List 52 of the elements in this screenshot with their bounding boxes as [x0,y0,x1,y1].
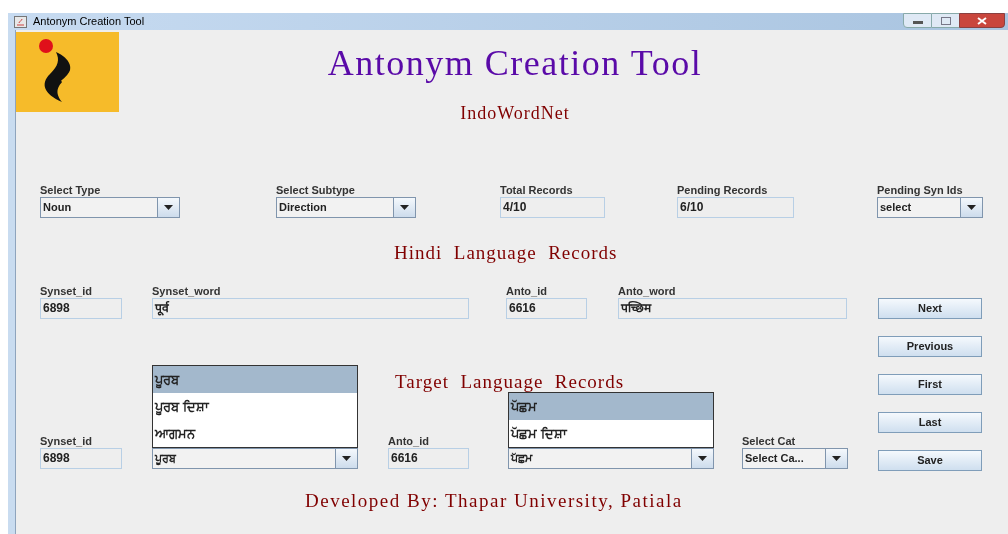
caret-icon [698,456,707,461]
caret-icon [832,456,841,461]
minimize-button[interactable] [903,13,932,28]
text-field[interactable]: 6616 [506,298,587,319]
caret-icon [342,456,351,461]
window-title: Antonym Creation Tool [33,14,145,29]
caret-icon [400,205,409,210]
caret-icon [164,205,173,210]
text-field[interactable]: 4/10 [500,197,605,218]
maximize-button[interactable] [932,13,959,28]
field-label: Select Type [40,184,102,197]
section-heading: Target Language Records [395,371,626,393]
combo-box[interactable]: Noun [40,197,180,218]
combo-box[interactable]: ਪੂਰਬ [152,448,358,469]
nav-button[interactable]: Previous [878,336,982,357]
combo-box[interactable]: Select Ca... [742,448,848,469]
text-field[interactable]: 6898 [40,448,122,469]
close-button[interactable] [959,13,1005,28]
field-label: Pending Syn Ids [877,184,964,197]
caret-icon [967,205,976,210]
field-label: Synset_id [40,285,93,298]
close-icon [977,16,987,25]
dropdown-option[interactable]: ਪੱਛਮ [509,393,713,420]
nav-button[interactable]: First [878,374,982,395]
field-label: Anto_id [506,285,548,298]
combo-box[interactable]: select [877,197,983,218]
app-icon [14,15,27,28]
text-field[interactable]: 6898 [40,298,122,319]
footer-credit: Developed By: Thapar University, Patiala [305,490,684,512]
combo-box[interactable]: ਪੱਛਮ [508,448,714,469]
section-heading: Hindi Language Records [394,242,619,264]
nav-button[interactable]: Last [878,412,982,433]
maximize-icon [940,16,951,25]
text-field[interactable]: 6616 [388,448,469,469]
field-label: Synset_id [40,435,93,448]
field-label: Anto_word [618,285,677,298]
minimize-icon [912,21,923,24]
field-label: Synset_word [152,285,222,298]
text-field[interactable]: 6/10 [677,197,794,218]
dropdown-option[interactable]: ਪੂਰਬ [153,366,357,393]
field-label: Select Subtype [276,184,356,197]
subtitle: IndoWordNet [460,103,570,123]
text-field[interactable]: पच्छिम [618,298,847,319]
field-label: Select Cat [742,435,797,448]
field-label: Total Records [500,184,574,197]
app-title: Antonym Creation Tool [327,43,703,83]
field-label: Pending Records [677,184,769,197]
combo-box[interactable]: Direction [276,197,416,218]
nav-button[interactable]: Next [878,298,982,319]
nav-button[interactable]: Save [878,450,982,471]
field-label: Anto_id [388,435,430,448]
text-field[interactable]: पूर्व [152,298,469,319]
